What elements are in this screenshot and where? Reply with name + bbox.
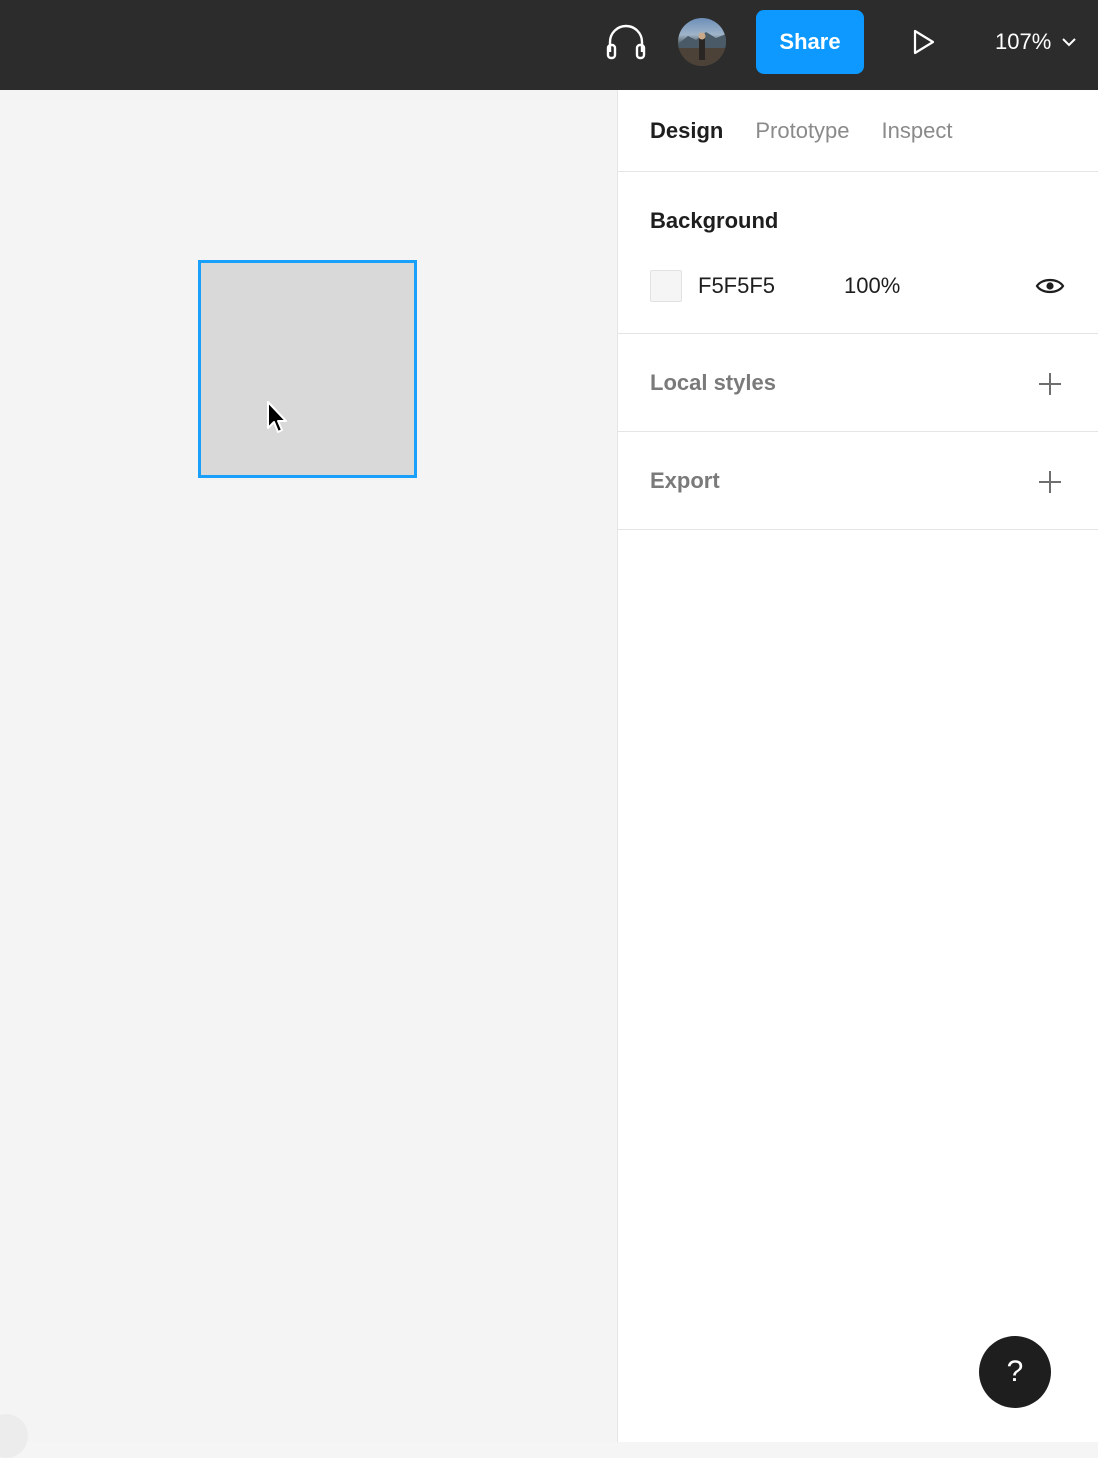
tab-inspect[interactable]: Inspect: [882, 118, 953, 144]
eye-icon[interactable]: [1034, 270, 1066, 302]
background-title: Background: [650, 208, 779, 233]
chevron-down-icon: [1062, 38, 1076, 47]
tab-prototype[interactable]: Prototype: [755, 118, 849, 144]
top-toolbar: Share 107%: [0, 0, 1098, 90]
canvas-corner-decoration: [0, 1414, 28, 1458]
selected-frame[interactable]: [198, 260, 417, 478]
zoom-dropdown[interactable]: 107%: [984, 20, 1084, 64]
background-fill-row: F5F5F5 100%: [650, 266, 1070, 306]
headphones-icon[interactable]: [604, 20, 648, 64]
panel-tabs: Design Prototype Inspect: [618, 90, 1098, 172]
export-section: Export: [618, 432, 1098, 530]
color-swatch[interactable]: [650, 270, 682, 302]
play-icon[interactable]: [900, 20, 948, 64]
local-styles-section: Local styles: [618, 334, 1098, 432]
tab-design[interactable]: Design: [650, 118, 723, 144]
local-styles-title: Local styles: [650, 370, 776, 395]
export-title: Export: [650, 468, 720, 493]
mouse-cursor-icon: [264, 400, 292, 436]
share-button[interactable]: Share: [756, 10, 864, 74]
properties-panel: Design Prototype Inspect Background F5F5…: [617, 90, 1098, 1442]
hex-color-field[interactable]: F5F5F5: [698, 273, 828, 299]
help-button[interactable]: ?: [979, 1336, 1051, 1408]
zoom-level: 107%: [995, 29, 1052, 54]
add-local-style-plus-icon[interactable]: [1036, 370, 1064, 398]
canvas[interactable]: [0, 90, 617, 1458]
background-section: Background F5F5F5 100%: [618, 172, 1098, 334]
add-export-plus-icon[interactable]: [1036, 468, 1064, 496]
opacity-field[interactable]: 100%: [844, 273, 944, 299]
user-avatar[interactable]: [678, 18, 726, 66]
